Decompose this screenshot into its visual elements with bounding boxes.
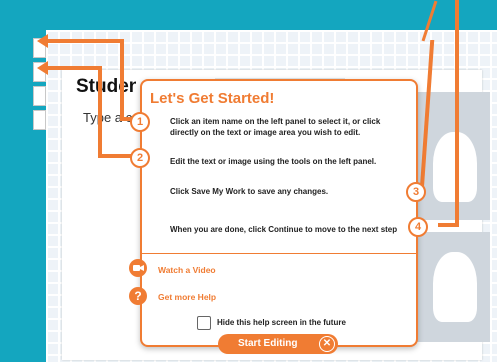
connector-line xyxy=(47,39,124,43)
hide-help-label: Hide this help screen in the future xyxy=(217,318,346,327)
image-placeholder-2[interactable] xyxy=(415,232,490,342)
left-panel xyxy=(0,30,33,362)
step-4-text: When you are done, click Continue to mov… xyxy=(170,225,398,234)
get-help-link[interactable]: Get more Help xyxy=(158,292,216,302)
start-editing-button[interactable]: Start Editing ✕ xyxy=(218,334,338,354)
question-icon[interactable]: ? xyxy=(129,287,147,305)
app-frame: Student Name Type a caption Let's Get St… xyxy=(0,0,497,362)
hide-help-checkbox[interactable] xyxy=(197,316,211,330)
side-tab-4[interactable] xyxy=(33,110,46,130)
connector-line xyxy=(98,66,102,158)
step-2-text: Edit the text or image using the tools o… xyxy=(170,157,377,166)
watch-video-link[interactable]: Watch a Video xyxy=(158,265,216,275)
silhouette-shape xyxy=(433,252,477,322)
help-dialog: Let's Get Started! Click an item name on… xyxy=(140,79,418,347)
connector-line xyxy=(120,39,124,121)
start-editing-label: Start Editing xyxy=(238,338,298,349)
connector-line xyxy=(455,0,459,227)
connector-line xyxy=(47,66,102,70)
step-1-number: 1 xyxy=(130,112,150,132)
arrow-left-icon xyxy=(37,61,48,75)
side-tab-3[interactable] xyxy=(33,86,46,106)
arrow-left-icon xyxy=(37,34,48,48)
document-title[interactable]: Student Name xyxy=(76,76,136,98)
step-3-number: 3 xyxy=(406,182,426,202)
step-1-text: Click an item name on the left panel to … xyxy=(170,117,381,137)
dialog-title: Let's Get Started! xyxy=(150,90,275,107)
top-bar xyxy=(0,0,497,30)
step-2-number: 2 xyxy=(130,148,150,168)
close-circle-icon[interactable]: ✕ xyxy=(319,336,335,352)
step-3-text: Click Save My Work to save any changes. xyxy=(170,187,329,196)
divider xyxy=(142,253,416,254)
step-4-number: 4 xyxy=(408,217,428,237)
video-camera-icon[interactable] xyxy=(129,259,147,277)
video-camera-glyph xyxy=(133,265,144,271)
